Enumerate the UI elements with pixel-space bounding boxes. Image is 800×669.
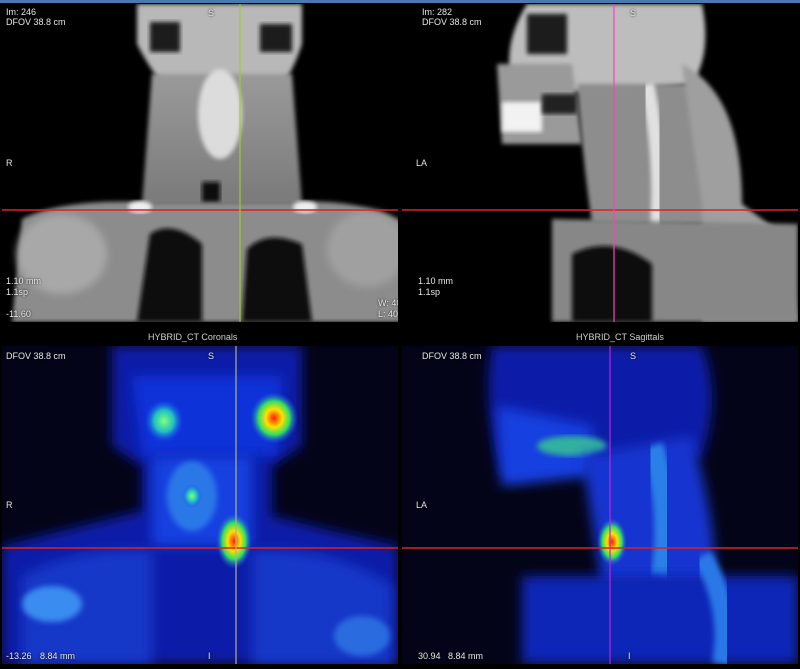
pet-sagittal-series-title: HYBRID_CT Sagittals <box>576 332 664 342</box>
ct-coronal-slice-spacing: 1.1sp <box>6 287 29 297</box>
ct-coronal-slice-thickness: 1.10 mm <box>6 276 42 286</box>
ct-sagittal-dfov: DFOV 38.8 cm <box>422 17 482 27</box>
viewport-ct-coronal[interactable]: Im: 246 DFOV 38.8 cm S R 1.10 mm 1.1sp -… <box>2 4 398 322</box>
viewport-pet-sagittal[interactable]: DFOV 38.8 cm S LA I 30.94 8.84 mm <box>402 346 798 664</box>
ct-coronal-image <box>2 4 398 322</box>
pet-coronal-series-title: HYBRID_CT Coronals <box>148 332 238 342</box>
pet-sagittal-image <box>402 346 798 664</box>
ct-window-width: W: 400 <box>378 298 398 308</box>
pet-coronal-orient-bottom: I <box>208 651 211 661</box>
pet-sagittal-orient-left: LA <box>416 500 428 510</box>
pet-sagittal-thickness: 8.84 mm <box>448 651 484 661</box>
window-top-border <box>0 0 800 3</box>
ct-coronal-dfov: DFOV 38.8 cm <box>6 17 66 27</box>
pet-sagittal-dfov: DFOV 38.8 cm <box>422 351 482 361</box>
ct-sagittal-image <box>402 4 798 322</box>
pet-sagittal-orient-top: S <box>630 351 637 361</box>
ct-coronal-orient-left: R <box>6 158 13 168</box>
ct-coronal-position: -11.60 <box>6 309 31 319</box>
pet-sagittal-orient-bottom: I <box>628 651 631 661</box>
pet-coronal-position: -13.26 <box>6 651 32 661</box>
pet-coronal-orient-top: S <box>208 351 215 361</box>
ct-sagittal-image-number: Im: 282 <box>422 7 453 17</box>
pet-coronal-image <box>2 346 398 664</box>
ct-coronal-orient-top: S <box>208 8 215 18</box>
ct-coronal-image-number: Im: 246 <box>6 7 37 17</box>
viewport-separator <box>0 323 800 345</box>
pet-coronal-orient-left: R <box>6 500 13 510</box>
image-viewer: Im: 246 DFOV 38.8 cm S R 1.10 mm 1.1sp -… <box>0 0 800 669</box>
ct-window-level: L: 40 28.17 <box>378 309 398 319</box>
ct-sagittal-orient-left: LA <box>416 158 428 168</box>
viewport-ct-sagittal[interactable]: Im: 282 DFOV 38.8 cm S LA 1.10 mm 1.1sp <box>402 4 798 322</box>
pet-sagittal-position: 30.94 <box>418 651 441 661</box>
ct-sagittal-slice-spacing: 1.1sp <box>418 287 441 297</box>
pet-coronal-dfov: DFOV 38.8 cm <box>6 351 66 361</box>
viewport-pet-coronal[interactable]: DFOV 38.8 cm S R I -13.26 8.84 mm <box>2 346 398 664</box>
ct-sagittal-slice-thickness: 1.10 mm <box>418 276 454 286</box>
pet-coronal-thickness: 8.84 mm <box>40 651 76 661</box>
ct-sagittal-orient-top: S <box>630 8 637 18</box>
